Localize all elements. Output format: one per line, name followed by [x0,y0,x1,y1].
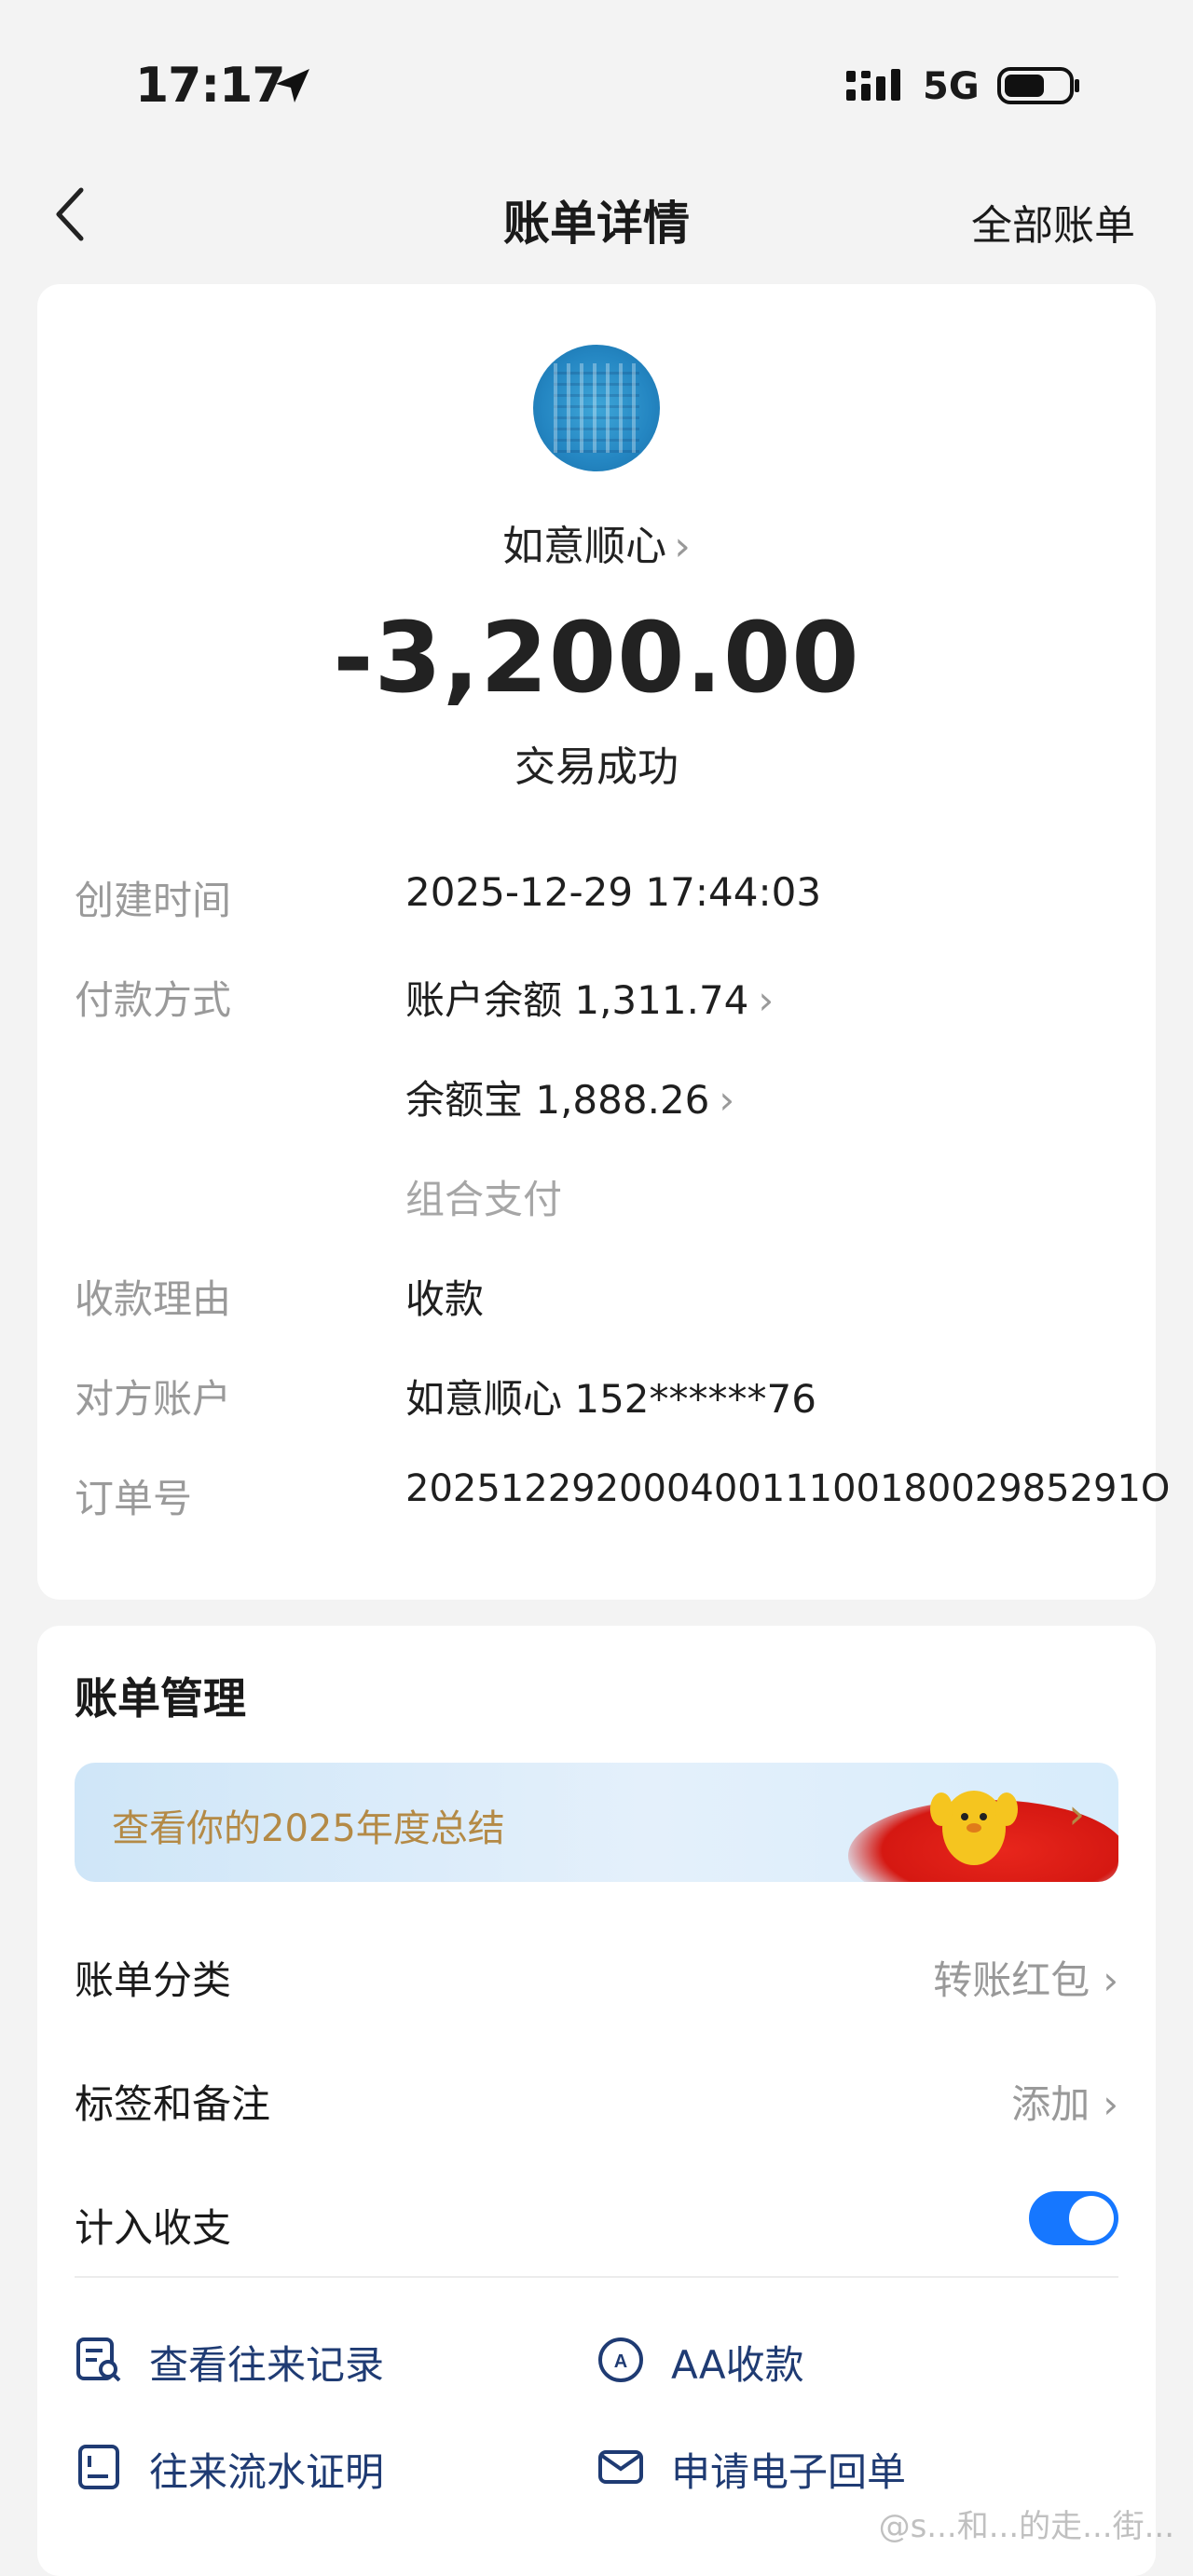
detail-value: 2025122920004001110018002985291О [405,1467,1171,1510]
svg-text:A: A [614,2351,627,2372]
document-icon [78,2445,119,2489]
all-bills-link[interactable]: 全部账单 [971,192,1135,252]
amount: -3,200.00 [333,601,860,715]
detail-value: 2025-12-29 17:44:03 [405,869,822,915]
watermark: @s...和...的走...街... [878,2508,1174,2545]
include-row: 计入收支 [75,2191,1118,2271]
status-time: 17:17 [135,58,286,114]
signal-icon [846,69,900,101]
aa-icon: A [598,2337,643,2382]
payee-name-link[interactable]: 如意顺心 › [37,512,1156,572]
include-toggle[interactable] [1029,2191,1118,2245]
detail-value: 组合支付 [405,1177,563,1222]
transaction-status: 交易成功 [514,743,679,791]
category-value: 转账红包 [933,1957,1090,2003]
tags-value: 添加 [1011,2081,1090,2127]
chevron-right-icon: › [1068,1791,1085,1838]
location-arrow-icon [276,69,309,102]
annual-summary-banner[interactable]: 查看你的2025年度总结 › [75,1763,1118,1882]
bill-management-card: 账单管理 查看你的2025年度总结 › 账单分类 转账红包 › 标签和备注 添加 ›… [37,1626,1156,2576]
detail-label: 收款理由 [75,1276,232,1322]
banner-text: 查看你的2025年度总结 [112,1807,505,1850]
payee-avatar [533,345,660,471]
detail-value: 账户余额 1,311.74 [405,977,749,1023]
chevron-right-icon: › [1103,1957,1118,2003]
payee-name: 如意顺心 [502,523,667,570]
record-search-icon [76,2337,121,2382]
nav-bar: 账单详情 全部账单 [0,158,1193,270]
battery-icon [997,67,1079,104]
detail-value: 如意顺心 152******76 [405,1376,816,1422]
detail-value: 余额宝 1,888.26 [405,1077,710,1123]
mascot-icon [930,1791,1018,1865]
chevron-right-icon: › [719,1077,735,1123]
tags-row[interactable]: 标签和备注 添加 › [75,2073,1118,2147]
detail-label: 创建时间 [75,878,232,923]
chevron-right-icon: › [674,523,691,570]
detail-label: 对方账户 [75,1376,232,1422]
mail-icon [598,2450,643,2484]
include-label: 计入收支 [75,2205,232,2251]
section-title: 账单管理 [75,1673,246,1724]
tags-label: 标签和备注 [75,2081,271,2127]
category-row[interactable]: 账单分类 转账红包 › [75,1949,1118,2024]
network-type: 5G [923,65,980,108]
bill-detail-card: 如意顺心 › -3,200.00 交易成功 创建时间 2025-12-29 17:… [37,284,1170,1600]
status-bar: 17:17 5G [0,0,1193,158]
divider [75,2276,1118,2278]
chevron-right-icon: › [758,977,775,1023]
chevron-right-icon: › [1103,2081,1118,2127]
detail-label: 付款方式 [75,977,232,1023]
detail-label: 订单号 [75,1476,193,1521]
category-label: 账单分类 [75,1957,232,2003]
detail-value: 收款 [405,1276,485,1322]
